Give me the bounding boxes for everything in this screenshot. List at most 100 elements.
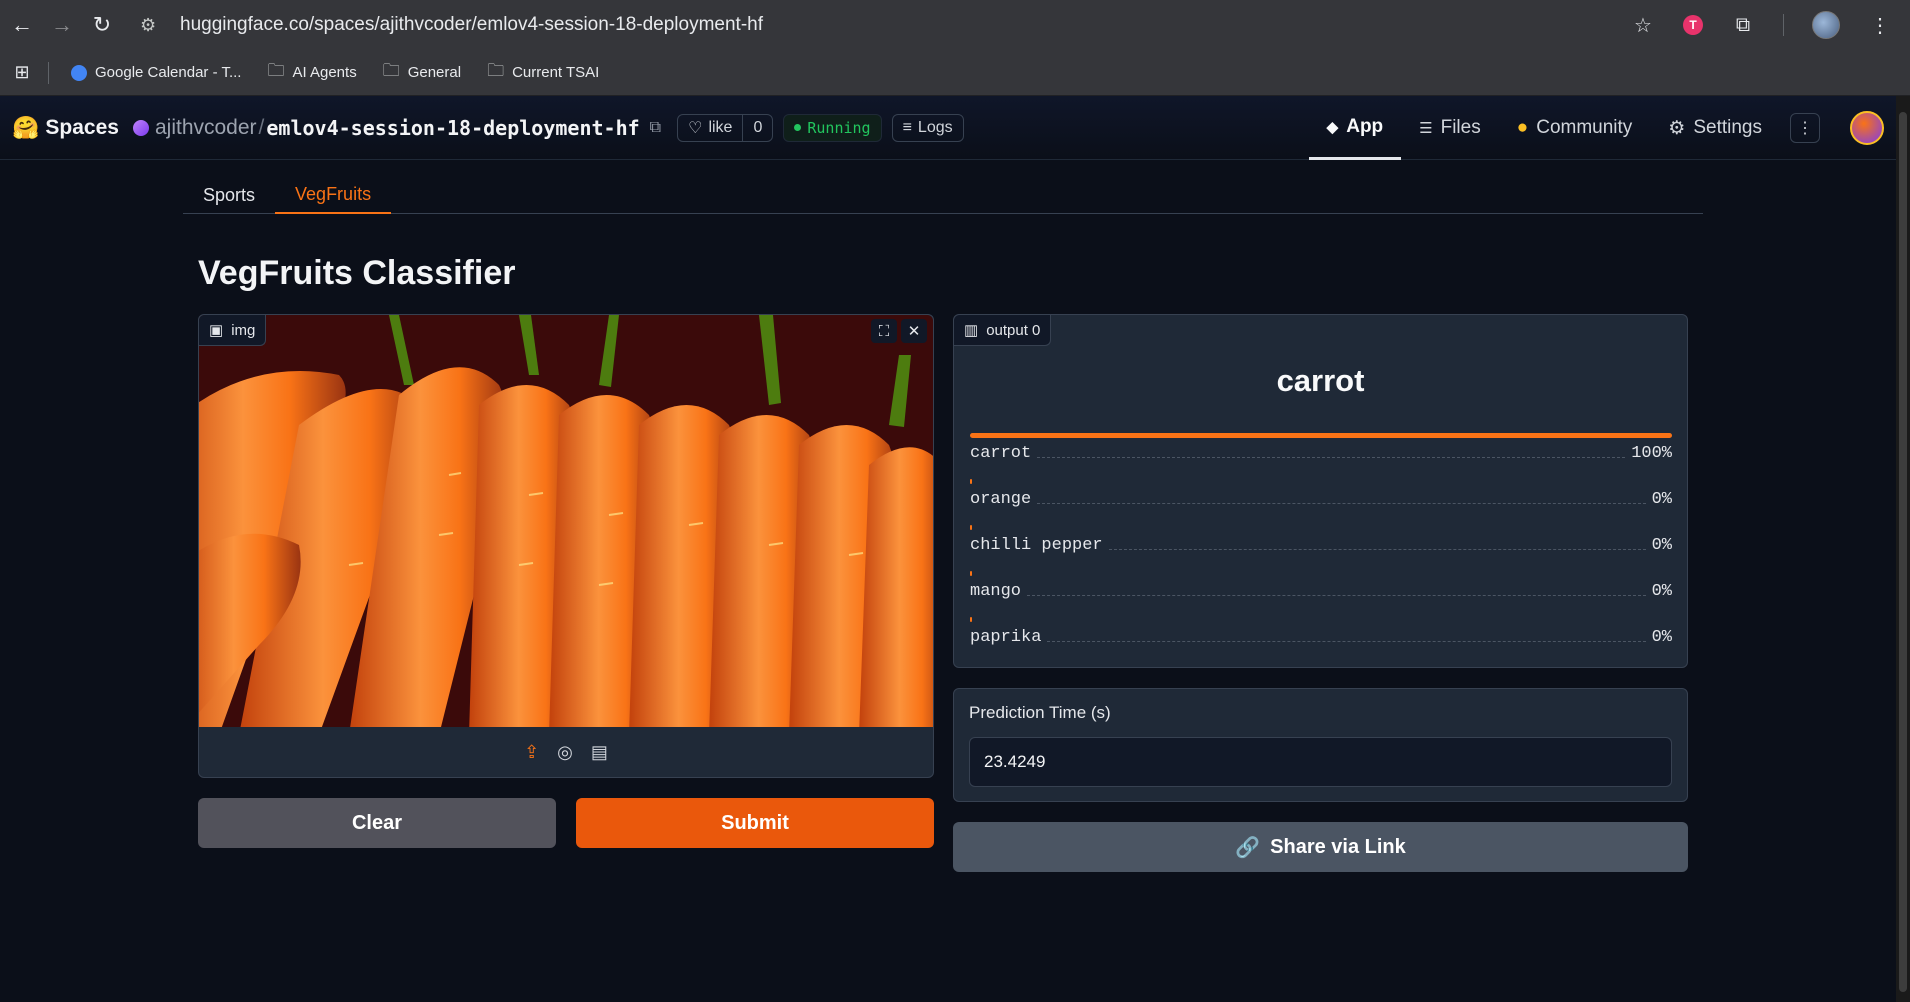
- confidence-label: mango: [970, 582, 1022, 601]
- browser-toolbar: ← → ↻ ⚙ huggingface.co/spaces/ajithvcode…: [0, 0, 1910, 50]
- output-label: ▥ output 0: [954, 315, 1052, 346]
- leader-dots: [1037, 503, 1646, 504]
- status-text: Running: [807, 118, 871, 137]
- confidence-value: 0%: [1651, 582, 1672, 601]
- tab-files[interactable]: ☰ Files: [1401, 96, 1499, 160]
- prediction-time-label: Prediction Time (s): [969, 703, 1111, 722]
- page-title: VegFruits Classifier: [198, 254, 516, 292]
- gradio-app: Sports VegFruits VegFruits Classifier ▣ …: [0, 160, 1910, 1002]
- upload-icon[interactable]: ⇪: [524, 742, 539, 763]
- breadcrumb-slash: /: [258, 115, 265, 139]
- image-label-text: img: [231, 321, 256, 339]
- apps-grid-icon[interactable]: ⊞: [10, 62, 34, 83]
- tab-files-label: Files: [1440, 117, 1481, 138]
- repo-name[interactable]: emlov4-session-18-deployment-hf: [266, 116, 639, 140]
- label-output: ▥ output 0 carrot carrot 100% orange 0% ch…: [953, 314, 1688, 668]
- like-count[interactable]: 0: [743, 119, 772, 137]
- bookmark-general[interactable]: 🗀 General: [383, 58, 461, 87]
- logs-icon: ≡: [902, 118, 912, 136]
- star-icon[interactable]: ☆: [1631, 13, 1655, 38]
- webcam-icon[interactable]: ◎: [557, 742, 573, 763]
- image-icon: ▣: [209, 322, 224, 339]
- like-button[interactable]: ♡ like 0: [677, 113, 774, 142]
- bookmark-label: AI Agents: [292, 64, 357, 81]
- confidence-label: chilli pepper: [970, 536, 1103, 555]
- more-options-icon[interactable]: ⋮: [1790, 113, 1820, 143]
- cube-icon: ◆: [1326, 118, 1339, 136]
- bookmark-label: General: [407, 64, 462, 81]
- tab-community[interactable]: ● Community: [1499, 96, 1651, 160]
- user-avatar[interactable]: [1850, 111, 1884, 145]
- site-settings-icon[interactable]: ⚙: [140, 15, 168, 36]
- status-dot-icon: [794, 124, 802, 131]
- url-text[interactable]: huggingface.co/spaces/ajithvcoder/emlov4…: [180, 14, 763, 36]
- tab-vegfruits[interactable]: VegFruits: [275, 176, 392, 214]
- logs-label: Logs: [917, 118, 953, 136]
- community-icon: ●: [1516, 117, 1529, 138]
- files-icon: ☰: [1419, 120, 1433, 137]
- copy-icon[interactable]: ⧉: [650, 119, 661, 137]
- reload-icon[interactable]: ↻: [84, 7, 120, 43]
- clipboard-icon[interactable]: ▤: [591, 742, 608, 763]
- output-label-text: output 0: [986, 321, 1041, 339]
- confidence-row[interactable]: chilli pepper 0%: [970, 525, 1672, 555]
- forward-icon[interactable]: →: [44, 7, 80, 43]
- leader-dots: [1037, 457, 1626, 458]
- hugging-face-logo-icon[interactable]: 🤗: [12, 115, 39, 141]
- leader-dots: [1108, 549, 1646, 550]
- confidence-bar: [970, 479, 973, 484]
- carrot-image[interactable]: [199, 315, 933, 727]
- clear-button[interactable]: Clear: [198, 798, 556, 848]
- predicted-class: carrot: [1276, 363, 1365, 398]
- image-input[interactable]: ▣ img ⛶ ✕ ⇪ ◎ ▤: [198, 314, 934, 778]
- carrot-photo: [199, 315, 933, 727]
- bookmark-label: Google Calendar - T...: [95, 64, 242, 81]
- scrollbar-thumb[interactable]: [1899, 112, 1907, 992]
- logs-button[interactable]: ≡ Logs: [891, 113, 964, 142]
- confidence-value: 0%: [1651, 628, 1672, 647]
- submit-button[interactable]: Submit: [576, 798, 934, 848]
- tab-app-label: App: [1346, 115, 1384, 137]
- prediction-time-field[interactable]: 23.4249: [969, 737, 1672, 787]
- google-calendar-icon: [71, 64, 87, 81]
- bookmarks-divider: [48, 61, 49, 84]
- confidence-label: paprika: [970, 628, 1042, 647]
- leader-dots: [1047, 641, 1646, 642]
- spaces-link[interactable]: Spaces: [45, 116, 119, 140]
- leader-dots: [1027, 595, 1646, 596]
- confidence-bar: [970, 571, 973, 576]
- confidence-row[interactable]: paprika 0%: [970, 617, 1672, 647]
- fullscreen-icon[interactable]: ⛶: [871, 319, 897, 343]
- space-breadcrumb: ajithvcoder / emlov4-session-18-deployme…: [132, 115, 661, 140]
- page-scrollbar[interactable]: [1896, 96, 1910, 1002]
- tab-app[interactable]: ◆ App: [1308, 96, 1402, 160]
- tab-settings[interactable]: ⚙ Settings: [1650, 96, 1780, 160]
- image-source-bar: ⇪ ◎ ▤: [199, 727, 933, 777]
- image-label: ▣ img: [199, 315, 267, 346]
- browser-profile-avatar[interactable]: [1812, 11, 1840, 39]
- prediction-time: Prediction Time (s) 23.4249: [953, 688, 1688, 802]
- browser-menu-icon[interactable]: ⋮: [1868, 13, 1892, 38]
- status-badge[interactable]: Running: [783, 113, 882, 142]
- back-icon[interactable]: ←: [4, 7, 40, 43]
- image-toolbar: ⛶ ✕: [871, 319, 927, 343]
- space-orb-icon: [132, 119, 149, 136]
- bookmark-current-tsai[interactable]: 🗀 Current TSAI: [487, 58, 599, 87]
- confidence-row[interactable]: mango 0%: [970, 571, 1672, 601]
- gear-icon: ⚙: [1668, 117, 1686, 139]
- hf-header: 🤗 Spaces ajithvcoder / emlov4-session-18…: [0, 96, 1910, 160]
- confidence-label: carrot: [970, 444, 1032, 463]
- extensions-icon[interactable]: ⧉: [1731, 14, 1755, 37]
- confidence-row[interactable]: orange 0%: [970, 479, 1672, 509]
- address-bar[interactable]: ⚙ huggingface.co/spaces/ajithvcoder/emlo…: [140, 8, 1660, 42]
- owner-link[interactable]: ajithvcoder: [155, 116, 257, 140]
- tab-sports[interactable]: Sports: [183, 176, 275, 214]
- bookmark-google-calendar[interactable]: Google Calendar - T...: [71, 64, 241, 81]
- confidence-bar: [970, 433, 1672, 438]
- share-link-button[interactable]: 🔗 Share via Link: [953, 822, 1688, 872]
- close-icon[interactable]: ✕: [901, 319, 927, 343]
- bookmark-ai-agents[interactable]: 🗀 AI Agents: [267, 58, 356, 87]
- like-label: like: [708, 118, 733, 136]
- confidence-row[interactable]: carrot 100%: [970, 433, 1672, 463]
- extension-t-icon[interactable]: T: [1683, 15, 1703, 35]
